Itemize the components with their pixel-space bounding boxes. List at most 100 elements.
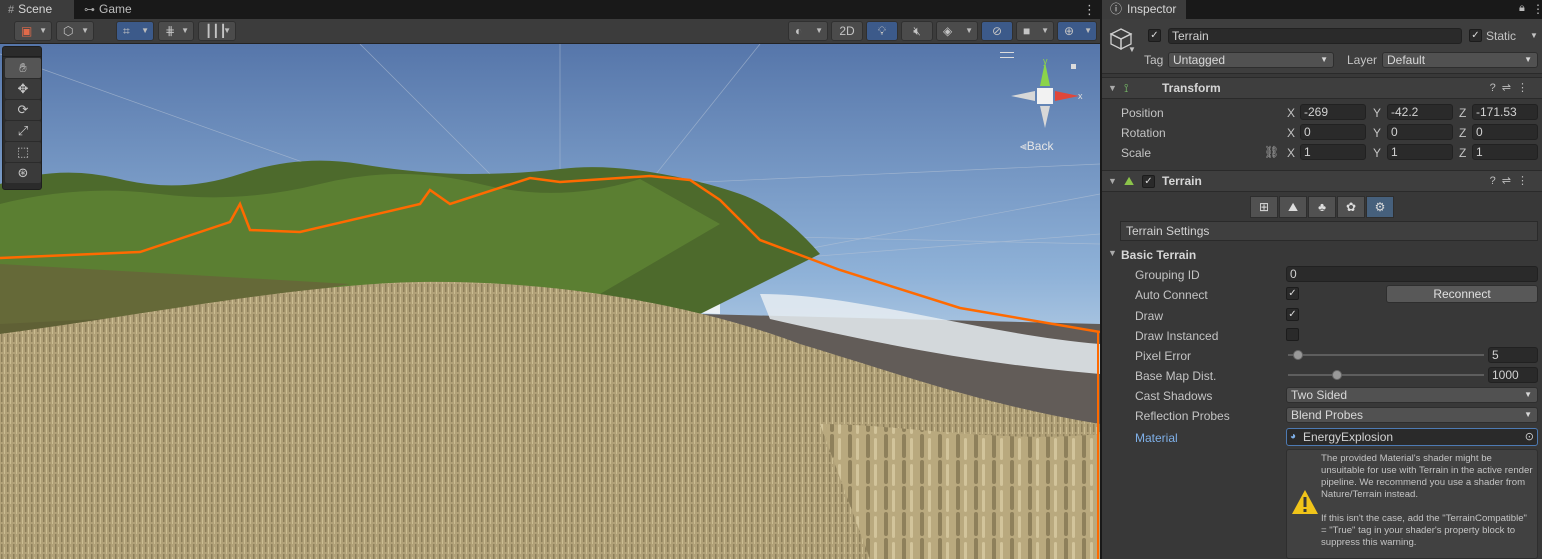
scene-toolbar: ▣ ▼ ⬡ ▼ ⌗ ▼ ⋕ ▼ ┃┃┃ ▼ ◐ ▼ 2D 💡︎ 🔇︎ ◈ ▼ ⊘ ■ ▼ ⊕ ▼ — [0, 19, 1100, 44]
position-z-field[interactable]: -171.53 — [1472, 104, 1538, 120]
position-x-label: X — [1287, 106, 1296, 120]
toolstrip-grip[interactable] — [3, 47, 41, 57]
terrain-settings-icon[interactable]: ⚙ — [1366, 196, 1394, 218]
chevron-down-icon: ▼ — [39, 26, 47, 35]
base-map-slider-knob[interactable] — [1332, 370, 1342, 380]
paint-terrain-icon[interactable]: ⛰︎ — [1279, 196, 1307, 218]
ruler-button[interactable]: ┃┃┃ ▼ — [198, 21, 236, 41]
rotation-z-label: Z — [1459, 126, 1467, 140]
help-icon[interactable]: ? — [1490, 175, 1502, 187]
constrain-proportions-icon[interactable]: ⛓︎ — [1264, 145, 1279, 159]
pixel-error-slider-track[interactable] — [1288, 354, 1484, 356]
pixel-error-slider-knob[interactable] — [1292, 350, 1303, 360]
cast-shadows-dropdown[interactable]: Two Sided ▼ — [1286, 387, 1538, 403]
scene-viewport[interactable] — [0, 44, 1100, 559]
camera-settings-button[interactable]: ■ ▼ — [1016, 21, 1054, 41]
static-checkbox[interactable]: ✓ — [1469, 29, 1482, 42]
tab-inspector[interactable]: ⓘ Inspector — [1102, 0, 1187, 19]
auto-connect-label: Auto Connect — [1135, 288, 1208, 302]
help-icon[interactable]: ? — [1490, 82, 1502, 94]
static-dropdown-icon[interactable]: ▼ — [1530, 31, 1538, 40]
hand-tool-icon[interactable]: ✋︎ — [5, 58, 41, 78]
scene-tool-strip: ✋︎ ✥ ⟳ ⤢ ⬚ ⊛ — [2, 46, 42, 190]
globe-icon: ⊕ — [1064, 24, 1075, 38]
base-map-slider-track[interactable] — [1288, 374, 1484, 376]
scale-tool-icon[interactable]: ⤢ — [5, 121, 41, 141]
component-menu-icon[interactable]: ⋮ — [1517, 175, 1534, 187]
chevron-down-icon: ▼ — [1524, 410, 1532, 419]
reconnect-button[interactable]: Reconnect — [1386, 285, 1538, 303]
tag-label: Tag — [1144, 53, 1164, 67]
paint-details-icon[interactable]: ✿ — [1337, 196, 1365, 218]
draw-instanced-checkbox[interactable] — [1286, 328, 1299, 341]
neg-y-axis-cone[interactable] — [1040, 106, 1050, 128]
lock-icon[interactable]: 🔒︎ — [1519, 2, 1525, 15]
scale-y-label: Y — [1373, 146, 1382, 160]
chevron-down-icon: ▼ — [1128, 45, 1136, 54]
reflection-probes-dropdown[interactable]: Blend Probes ▼ — [1286, 407, 1538, 423]
rotation-y-field[interactable]: 0 — [1387, 124, 1453, 140]
scale-y-field[interactable]: 1 — [1387, 144, 1453, 160]
move-tool-icon[interactable]: ✥ — [5, 79, 41, 99]
terrain-component-icon: ⛰︎ — [1124, 174, 1135, 188]
tab-game[interactable]: ⊶ Game — [76, 0, 146, 19]
gizmo-center-cube[interactable] — [1037, 88, 1053, 104]
transform-header[interactable]: ▼ ⟟ Transform ?⇌⋮ — [1102, 77, 1542, 99]
material-field[interactable]: ◕ EnergyExplosion ⊙ — [1286, 428, 1538, 446]
object-picker-icon[interactable]: ⊙ — [1525, 429, 1534, 445]
gameobject-active-checkbox[interactable]: ✓ — [1148, 29, 1161, 42]
terrain-component-header[interactable]: ▼ ⛰︎ ✓ Terrain ?⇌⋮ — [1102, 170, 1542, 192]
component-menu-icon[interactable]: ⋮ — [1517, 82, 1534, 94]
scale-x-field[interactable]: 1 — [1300, 144, 1366, 160]
scene-menu-icon[interactable]: ⋮ — [1083, 0, 1096, 19]
draw-mode-button[interactable]: ▣ ▼ — [14, 21, 52, 41]
chevron-down-icon: ▼ — [141, 26, 149, 35]
material-sphere-icon: ◕ — [1290, 431, 1297, 442]
inspector-menu-icon[interactable]: ⋮ — [1532, 0, 1542, 19]
rotation-x-field[interactable]: 0 — [1300, 124, 1366, 140]
scale-z-field[interactable]: 1 — [1472, 144, 1538, 160]
x-axis-cone[interactable] — [1055, 91, 1079, 101]
snap-increment-button[interactable]: ⋕ ▼ — [158, 21, 194, 41]
position-y-field[interactable]: -42.2 — [1387, 104, 1453, 120]
scene-visibility-button[interactable]: ⊘ — [981, 21, 1013, 41]
inspector-panel: ⓘ Inspector 🔒︎ ⋮ ▼ ✓ Terrain ✓ Static ▼ T… — [1101, 0, 1542, 559]
grouping-id-field[interactable]: 0 — [1286, 266, 1538, 282]
rect-tool-icon[interactable]: ⬚ — [5, 142, 41, 162]
rotation-z-field[interactable]: 0 — [1472, 124, 1538, 140]
paint-trees-icon[interactable]: ♣ — [1308, 196, 1336, 218]
grid-icon: # — [8, 4, 15, 16]
orientation-gizmo[interactable]: y x — [1005, 56, 1085, 136]
neg-x-axis-cone[interactable] — [1011, 91, 1035, 101]
foldout-icon[interactable]: ▼ — [1108, 176, 1117, 186]
chevron-down-icon: ▼ — [181, 26, 189, 35]
rotate-tool-icon[interactable]: ⟳ — [5, 100, 41, 120]
preset-icon[interactable]: ⇌ — [1502, 175, 1517, 187]
camera-icon: ■ — [1023, 24, 1031, 38]
shading-mode-button[interactable]: ◐ ▼ — [788, 21, 828, 41]
base-map-field[interactable]: 1000 — [1488, 367, 1538, 383]
static-label: Static — [1486, 29, 1517, 43]
layer-dropdown[interactable]: Default ▼ — [1382, 52, 1538, 68]
grid-snap-button[interactable]: ⌗ ▼ — [116, 21, 154, 41]
tab-scene[interactable]: # Scene — [0, 0, 74, 19]
create-neighbor-icon[interactable]: ⊞ — [1250, 196, 1278, 218]
gizmos-button[interactable]: ⊕ ▼ — [1057, 21, 1097, 41]
effects-button[interactable]: ◈ ▼ — [936, 21, 978, 41]
2d-toggle-button[interactable]: 2D — [831, 21, 863, 41]
transform-tool-icon[interactable]: ⊛ — [5, 163, 41, 183]
auto-connect-checkbox[interactable]: ✓ — [1286, 287, 1299, 300]
preset-icon[interactable]: ⇌ — [1502, 82, 1517, 94]
position-x-field[interactable]: -269 — [1300, 104, 1366, 120]
audio-toggle-button[interactable]: 🔇︎ — [901, 21, 933, 41]
pixel-error-field[interactable]: 5 — [1488, 347, 1538, 363]
foldout-icon[interactable]: ▼ — [1108, 248, 1117, 258]
tag-dropdown[interactable]: Untagged ▼ — [1168, 52, 1334, 68]
render-mode-button[interactable]: ⬡ ▼ — [56, 21, 94, 41]
tab-scene-label: Scene — [18, 2, 53, 16]
terrain-enabled-checkbox[interactable]: ✓ — [1142, 175, 1155, 188]
lighting-toggle-button[interactable]: 💡︎ — [866, 21, 898, 41]
foldout-icon[interactable]: ▼ — [1108, 83, 1117, 93]
gameobject-name-field[interactable]: Terrain — [1168, 28, 1462, 44]
draw-checkbox[interactable]: ✓ — [1286, 308, 1299, 321]
